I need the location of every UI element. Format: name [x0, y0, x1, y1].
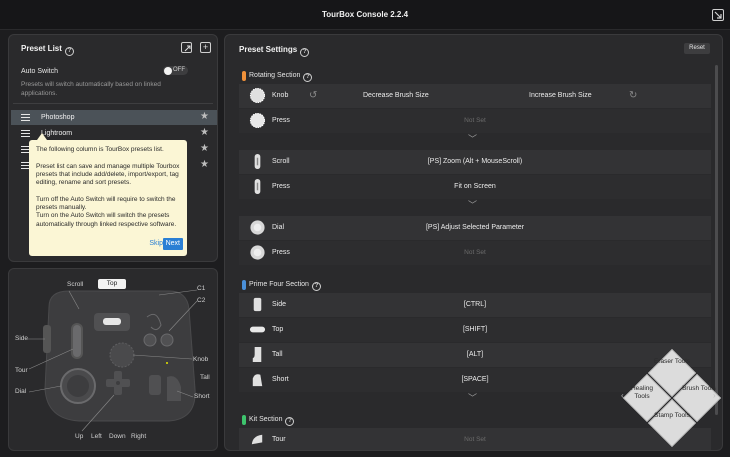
star-icon[interactable]: ★ — [200, 159, 209, 170]
preset-list-title: Preset List — [21, 44, 62, 53]
label-c2: C2 — [197, 297, 206, 304]
next-button[interactable]: Next — [162, 237, 183, 250]
top-row[interactable]: Top [SHIFT] — [239, 318, 711, 342]
onboarding-tooltip: The following column is TourBox presets … — [29, 133, 187, 256]
action-value: [CTRL] — [463, 301, 487, 308]
import-preset-button[interactable] — [181, 42, 192, 53]
tourbox-device-illustration — [28, 289, 198, 432]
prime-four-section-marker — [242, 280, 246, 290]
kit-section-title: Kit Section — [249, 416, 283, 423]
reset-button[interactable]: Reset — [684, 43, 710, 54]
chevron-down-icon[interactable]: ﹀ — [468, 198, 477, 211]
knob-press-row[interactable]: Press Not Set — [239, 109, 711, 133]
label-short: Short — [194, 393, 210, 400]
dpad-hud-widget: Eraser Tools Healing Tools Brush Tools S… — [621, 348, 722, 450]
device-panel: Top Scroll C1 C2 Side Knob Tour Tall Dia… — [8, 268, 218, 451]
dpad-left-label: Healing Tools — [630, 385, 654, 400]
preset-settings-heading: Preset Settings? — [239, 45, 310, 57]
knob-left-action[interactable]: Decrease Brush Size — [363, 92, 429, 99]
drag-handle-icon[interactable] — [21, 114, 30, 121]
action-value: Fit on Screen — [454, 183, 496, 190]
label-side: Side — [15, 335, 29, 342]
help-icon[interactable]: ? — [285, 417, 295, 426]
preset-list-heading: Preset List? — [21, 44, 74, 56]
knob-row[interactable]: Knob ↺ Decrease Brush Size Increase Brus… — [239, 84, 711, 108]
rotate-ccw-icon: ↺ — [309, 90, 318, 101]
dpad-down-label: Stamp Tools — [654, 412, 690, 419]
action-value: Not Set — [464, 249, 486, 256]
rotating-section-marker — [242, 71, 246, 81]
preset-settings-title: Preset Settings — [239, 45, 298, 54]
label-left: Left — [91, 433, 102, 440]
dpad-right-label: Brush Tools — [682, 385, 716, 392]
action-value: Not Set — [464, 117, 486, 124]
label-down: Down — [109, 433, 126, 440]
app-title: TourBox Console 2.2.4 — [321, 10, 409, 19]
window-resize-button[interactable] — [712, 9, 724, 21]
knob-icon — [249, 87, 266, 104]
arrow-left-icon: ‹ — [621, 391, 624, 400]
action-value: [PS] Adjust Selected Parameter — [425, 224, 525, 231]
import-icon — [184, 45, 191, 52]
label-dial: Dial — [15, 388, 27, 395]
toggle-state: OFF — [173, 67, 185, 73]
help-icon[interactable]: ? — [300, 48, 310, 57]
label-right: Right — [131, 433, 147, 440]
tooltip-text: Turn on the Auto Switch will switch the … — [36, 212, 177, 228]
tooltip-text: Turn off the Auto Switch will require to… — [36, 195, 176, 212]
add-preset-button[interactable]: + — [200, 42, 211, 53]
preset-name: Photoshop — [41, 114, 75, 121]
dial-row[interactable]: Dial [PS] Adjust Selected Parameter — [239, 216, 711, 240]
knob-right-action[interactable]: Increase Brush Size — [529, 92, 592, 99]
rotating-section-title: Rotating Section — [249, 72, 301, 79]
auto-switch-toggle[interactable]: OFF — [163, 66, 188, 75]
scroll-press-row[interactable]: Press Fit on Screen — [239, 175, 711, 199]
dial-press-row[interactable]: Press Not Set — [239, 241, 711, 265]
toggle-knob — [164, 66, 172, 75]
auto-switch-label: Auto Switch — [21, 68, 58, 75]
help-icon[interactable]: ? — [64, 47, 74, 56]
kit-section-heading: Kit Section? — [249, 416, 295, 426]
kit-section-marker — [242, 415, 246, 425]
label-up: Up — [75, 433, 84, 440]
label-knob: Knob — [193, 356, 209, 363]
star-icon[interactable]: ★ — [200, 143, 209, 154]
expand-icon — [714, 11, 722, 19]
label-tall: Tall — [200, 374, 210, 381]
label-tour: Tour — [15, 367, 28, 374]
drag-handle-icon[interactable] — [21, 130, 30, 137]
tooltip-text: Preset list can save and manage multiple… — [36, 162, 180, 187]
skip-button[interactable]: Skip — [149, 240, 163, 248]
side-row[interactable]: Side [CTRL] — [239, 293, 711, 317]
chevron-down-icon[interactable]: ﹀ — [468, 391, 477, 404]
scroll-row[interactable]: Scroll [PS] Zoom (Alt + MouseScroll) — [239, 150, 711, 174]
control-name: Knob — [272, 92, 289, 99]
divider — [13, 103, 213, 104]
prime-four-section-heading: Prime Four Section? — [249, 281, 321, 291]
help-icon[interactable]: ? — [303, 73, 313, 82]
chevron-down-icon[interactable]: ﹀ — [468, 132, 477, 145]
label-scroll: Scroll — [67, 281, 84, 288]
preset-settings-panel: Preset Settings? Reset Rotating Section?… — [224, 34, 723, 451]
rotate-cw-icon: ↻ — [629, 90, 638, 101]
prime-four-section-title: Prime Four Section — [249, 281, 309, 288]
help-icon[interactable]: ? — [311, 282, 321, 291]
arrow-right-icon: › — [713, 391, 716, 400]
dpad-up-label: Eraser Tools — [653, 358, 690, 365]
rotating-section-heading: Rotating Section? — [249, 72, 313, 82]
preset-item-photoshop[interactable]: Photoshop ★ — [11, 110, 217, 125]
star-icon[interactable]: ★ — [200, 127, 209, 138]
star-icon[interactable]: ★ — [200, 111, 209, 122]
action-value: [PS] Zoom (Alt + MouseScroll) — [427, 158, 523, 165]
auto-switch-description: Presets will switch automatically based … — [21, 81, 161, 97]
title-bar: TourBox Console 2.2.4 — [0, 0, 730, 30]
plus-icon: + — [202, 42, 209, 52]
tooltip-text: The following column is TourBox presets … — [36, 146, 164, 153]
action-value: [SHIFT] — [462, 326, 488, 333]
label-c1: C1 — [197, 285, 206, 292]
